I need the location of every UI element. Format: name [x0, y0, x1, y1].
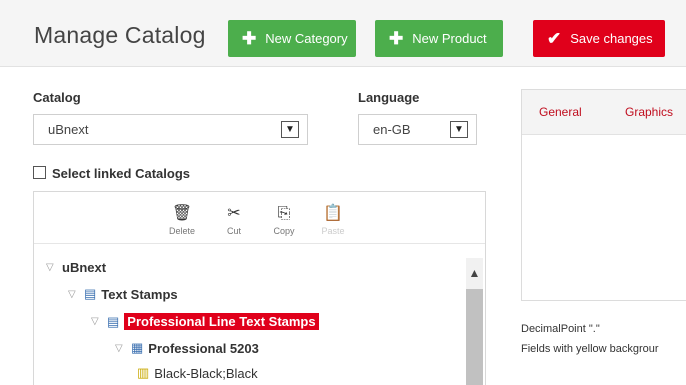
catalog-select-value: uBnext: [48, 122, 89, 137]
fields-note: Fields with yellow backgrour: [521, 343, 659, 355]
language-select[interactable]: en-GB ▼: [358, 114, 477, 145]
save-changes-label: Save changes: [570, 31, 653, 46]
chevron-down-icon[interactable]: ▽: [115, 343, 125, 354]
tree-node-label: Text Stamps: [101, 286, 178, 302]
page-header: Manage Catalog ✚ New Category ✚ New Prod…: [0, 0, 686, 67]
save-changes-button[interactable]: ✔ Save changes: [533, 20, 665, 57]
cut-button[interactable]: ✂ Cut: [214, 204, 254, 236]
page-title: Manage Catalog: [34, 22, 206, 48]
new-product-button[interactable]: ✚ New Product: [375, 20, 503, 57]
catalog-select[interactable]: uBnext ▼: [33, 114, 308, 145]
new-category-button[interactable]: ✚ New Category: [228, 20, 356, 57]
scrollbar-thumb[interactable]: [466, 289, 483, 385]
grid-icon: ▦: [131, 340, 144, 355]
chevron-down-icon[interactable]: ▽: [91, 316, 101, 327]
chevron-down-icon[interactable]: ▼: [450, 121, 468, 138]
paste-button[interactable]: 📋 Paste: [313, 204, 353, 236]
list-icon: ▤: [107, 313, 120, 329]
barcode-icon: ▥: [137, 365, 150, 380]
language-select-value: en-GB: [373, 122, 411, 137]
chevron-down-icon[interactable]: ▽: [68, 289, 78, 300]
tree-node-text-stamps[interactable]: ▽ ▤ Text Stamps: [68, 286, 178, 302]
delete-label: Delete: [168, 226, 195, 236]
plus-icon: ✚: [389, 29, 404, 48]
cut-label: Cut: [226, 226, 241, 236]
copy-label: Copy: [273, 226, 295, 236]
tree-toolbar: 🗑 Delete ✂ Cut ⎘ Copy 📋 Paste: [34, 192, 485, 244]
catalog-tree-panel: 🗑 Delete ✂ Cut ⎘ Copy 📋 Paste ▽ uBnext ▽…: [33, 191, 486, 385]
language-label: Language: [358, 90, 420, 105]
new-category-label: New Category: [265, 31, 348, 46]
chevron-up-icon[interactable]: ▲: [466, 266, 483, 280]
details-panel: General Graphics: [521, 89, 686, 301]
paste-label: Paste: [321, 226, 345, 236]
copy-button[interactable]: ⎘ Copy: [264, 204, 304, 236]
tree-node-root[interactable]: ▽ uBnext: [46, 260, 106, 275]
tree-node-label: uBnext: [62, 260, 107, 275]
details-tabs: General Graphics: [522, 90, 686, 135]
tree-node-professional-line[interactable]: ▽ ▤ Professional Line Text Stamps: [91, 313, 319, 330]
tree-node-label: Black-Black;Black: [154, 365, 258, 381]
select-linked-label: Select linked Catalogs: [52, 166, 190, 181]
plus-icon: ✚: [242, 29, 257, 48]
catalog-label: Catalog: [33, 90, 81, 105]
tree-node-variant[interactable]: ▥ Black-Black;Black: [137, 365, 258, 381]
tab-graphics[interactable]: Graphics: [625, 105, 673, 119]
tree-node-professional-5203[interactable]: ▽ ▦ Professional 5203: [115, 340, 259, 356]
tree-scrollbar[interactable]: ▲: [466, 258, 483, 385]
chevron-down-icon[interactable]: ▼: [281, 121, 299, 138]
tree-node-label: Professional 5203: [148, 340, 259, 356]
scissors-icon: ✂: [227, 205, 241, 222]
paste-icon: 📋: [323, 205, 343, 222]
delete-button[interactable]: 🗑 Delete: [162, 204, 202, 236]
checkmark-icon: ✔: [547, 29, 562, 48]
tree-node-label: Professional Line Text Stamps: [124, 313, 319, 330]
tab-general[interactable]: General: [539, 105, 582, 119]
decimal-point-note: DecimalPoint ".": [521, 323, 600, 335]
chevron-down-icon[interactable]: ▽: [46, 262, 56, 273]
select-linked-checkbox[interactable]: [33, 166, 46, 179]
list-icon: ▤: [84, 286, 97, 301]
new-product-label: New Product: [412, 31, 487, 46]
copy-icon: ⎘: [277, 205, 291, 222]
trash-icon: 🗑: [171, 205, 193, 222]
